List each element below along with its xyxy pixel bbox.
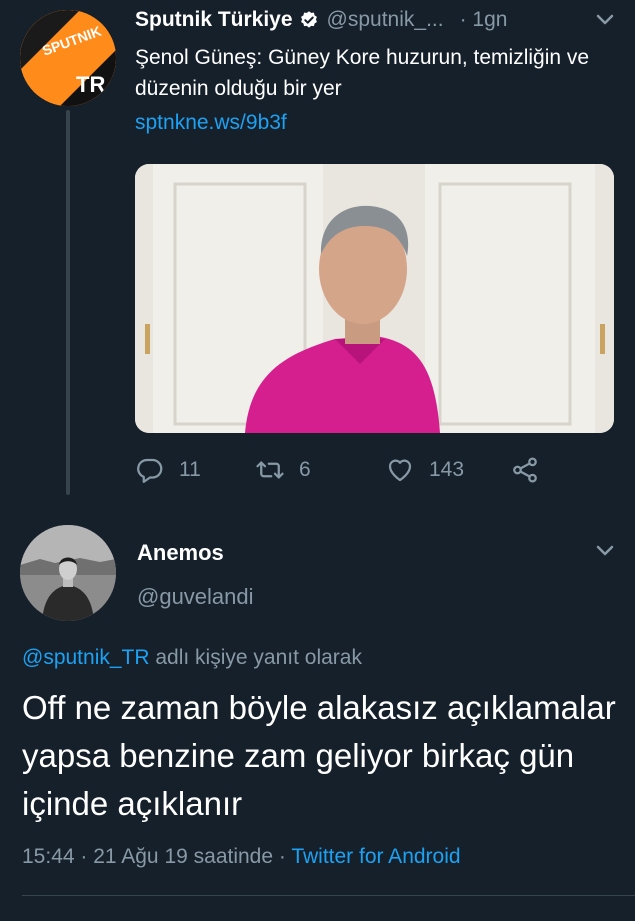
author-name[interactable]: Sputnik Türkiye	[135, 8, 293, 32]
chevron-down-icon[interactable]	[596, 545, 614, 557]
reply-action[interactable]: 11	[135, 450, 201, 490]
reply-mention-link[interactable]: @sputnik_TR	[22, 646, 150, 669]
heart-icon	[388, 459, 412, 482]
tweet-text: Şenol Güneş: Güney Kore huzurun, temizli…	[135, 46, 590, 100]
tweet-actions: 11 6 143	[135, 450, 555, 490]
divider	[22, 895, 635, 896]
retweet-count: 6	[299, 458, 311, 481]
tweet-time[interactable]: · 1gn	[460, 8, 508, 32]
avatar-photo	[20, 525, 116, 621]
replying-to: @sputnik_TR adlı kişiye yanıt olarak	[22, 646, 362, 670]
avatar-text-bottom: TR	[76, 72, 105, 97]
tweet-header: Sputnik Türkiye @sputnik_... · 1gn	[135, 8, 619, 32]
tweet-media-photo[interactable]	[135, 164, 614, 433]
reply-icon	[137, 458, 163, 483]
tweet-link[interactable]: sptnkne.ws/9b3f	[135, 111, 287, 135]
thread-line	[66, 110, 70, 495]
retweet-action[interactable]: 6	[255, 450, 311, 490]
tweet-timestamp[interactable]: 15:44 · 21 Ağu 19 saatinde ·	[22, 845, 291, 868]
sputnik-logo: SPUTNIK TR	[20, 10, 116, 106]
tweet-meta: 15:44 · 21 Ağu 19 saatinde · Twitter for…	[22, 845, 461, 869]
verified-badge-icon	[300, 11, 317, 28]
chevron-down-icon[interactable]	[596, 14, 614, 26]
anemos-avatar[interactable]	[20, 525, 116, 621]
share-icon	[513, 457, 537, 483]
retweet-icon	[256, 461, 284, 479]
photo-illustration	[135, 164, 614, 433]
like-count: 143	[429, 458, 465, 481]
reply-author-handle[interactable]: @guvelandi	[137, 584, 254, 610]
author-handle[interactable]: @sputnik_...	[327, 8, 444, 32]
like-action[interactable]: 143	[385, 450, 464, 490]
sputnik-avatar[interactable]: SPUTNIK TR	[20, 10, 116, 106]
share-action[interactable]	[510, 450, 540, 490]
reply-suffix: adlı kişiye yanıt olarak	[149, 646, 362, 669]
reply-tweet-text: Off ne zaman böyle alakasız açıklamalar …	[22, 689, 616, 822]
tweet-source-link[interactable]: Twitter for Android	[291, 845, 460, 868]
reply-author-name[interactable]: Anemos	[137, 540, 224, 566]
reply-count: 11	[179, 458, 201, 481]
